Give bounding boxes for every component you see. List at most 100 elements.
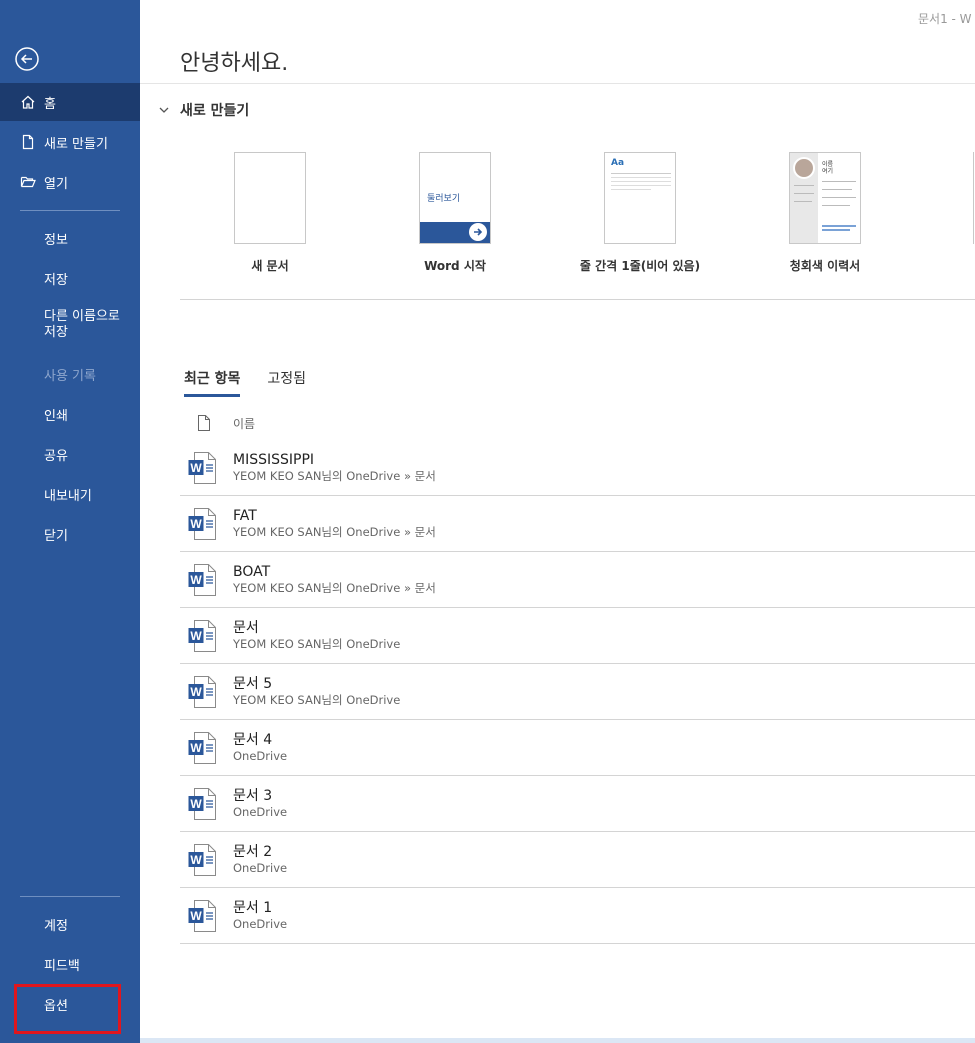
sidebar-item-open[interactable]: 열기: [0, 163, 140, 201]
file-name: 문서 1: [233, 899, 273, 916]
sidebar-item-label: 홈: [44, 96, 56, 112]
sidebar-item-close[interactable]: 닫기: [0, 515, 140, 553]
svg-text:W: W: [190, 797, 202, 811]
thumb-line: [794, 201, 812, 202]
file-info: 문서 4 OneDrive: [233, 732, 287, 764]
sidebar-item-label: 새로 만들기: [44, 136, 108, 152]
svg-text:W: W: [190, 741, 202, 755]
divider: [140, 83, 975, 84]
divider: [180, 299, 975, 300]
file-name: BOAT: [233, 563, 271, 580]
back-arrow-icon[interactable]: [14, 46, 40, 72]
svg-text:W: W: [190, 629, 202, 643]
thumb-line: [822, 205, 850, 206]
file-list-header: 이름: [180, 410, 975, 436]
file-info: BOAT YEOM KEO SAN님의 OneDrive » 문서: [233, 564, 436, 596]
template-blank[interactable]: 새 문서: [200, 152, 340, 274]
word-document-icon: W: [188, 563, 216, 596]
thumb-line: [794, 185, 814, 186]
template-resume[interactable]: 이름 여기 청회색 이력서: [755, 152, 895, 274]
sidebar-divider: [20, 896, 120, 897]
template-thumbnail: 둘러보기: [419, 152, 491, 244]
sidebar-item-export[interactable]: 내보내기: [0, 475, 140, 513]
file-icon: [198, 415, 210, 431]
file-path: OneDrive: [233, 748, 288, 763]
word-document-icon: W: [188, 619, 216, 652]
thumb-line: [822, 197, 856, 198]
file-row[interactable]: W 문서 YEOM KEO SAN님의 OneDrive: [180, 608, 975, 664]
sidebar-item-home[interactable]: 홈: [0, 83, 140, 121]
template-single-spaced[interactable]: Aa 줄 간격 1줄(비어 있음): [570, 152, 710, 274]
svg-text:W: W: [190, 853, 202, 867]
aa-thumb-text: Aa: [611, 158, 625, 168]
file-path: OneDrive: [233, 916, 288, 931]
word-document-icon: W: [188, 507, 216, 540]
thumb-line: [822, 225, 856, 227]
file-row[interactable]: W 문서 5 YEOM KEO SAN님의 OneDrive: [180, 664, 975, 720]
file-row[interactable]: W MISSISSIPPI YEOM KEO SAN님의 OneDrive » 문서: [180, 440, 975, 496]
file-name: 문서 3: [233, 787, 273, 804]
template-word-tour[interactable]: 둘러보기 Word 시작: [385, 152, 525, 274]
file-name: 문서 2: [233, 843, 273, 860]
thumb-line: [611, 189, 651, 190]
template-label: 청회색 이력서: [789, 259, 861, 273]
tab-recent[interactable]: 최근 항목: [184, 368, 241, 397]
recent-tabs: 최근 항목 고정됨: [184, 368, 333, 397]
home-icon: [20, 94, 36, 110]
column-name-label[interactable]: 이름: [233, 415, 255, 432]
thumb-line: [794, 193, 814, 194]
sidebar-item-new[interactable]: 새로 만들기: [0, 123, 140, 161]
new-document-icon: [20, 134, 36, 150]
svg-text:W: W: [190, 573, 202, 587]
word-document-icon: W: [188, 787, 216, 820]
file-path: OneDrive: [233, 804, 288, 819]
file-row[interactable]: W 문서 2 OneDrive: [180, 832, 975, 888]
sidebar-item-share[interactable]: 공유: [0, 435, 140, 473]
file-row[interactable]: W 문서 1 OneDrive: [180, 888, 975, 944]
template-label: 줄 간격 1줄(비어 있음): [579, 259, 701, 273]
file-row[interactable]: W BOAT YEOM KEO SAN님의 OneDrive » 문서: [180, 552, 975, 608]
file-path: OneDrive: [233, 860, 288, 875]
sidebar-item-history: 사용 기록: [44, 368, 96, 384]
resume-photo: [793, 157, 815, 179]
section-title: 새로 만들기: [180, 103, 250, 119]
file-name: MISSISSIPPI: [233, 451, 315, 468]
chevron-down-icon: [159, 107, 169, 113]
thumb-line: [611, 181, 671, 182]
sidebar-item-info[interactable]: 정보: [0, 219, 140, 257]
svg-text:W: W: [190, 461, 202, 475]
file-name: 문서 4: [233, 731, 273, 748]
tab-pinned[interactable]: 고정됨: [267, 368, 306, 397]
thumb-line: [611, 173, 671, 174]
file-info: 문서 5 YEOM KEO SAN님의 OneDrive: [233, 676, 400, 708]
sidebar-item-save[interactable]: 저장: [0, 259, 140, 297]
bottom-strip: [140, 1038, 975, 1043]
sidebar-item-save-as[interactable]: 다른 이름으로 저장: [0, 305, 140, 345]
word-document-icon: W: [188, 843, 216, 876]
sidebar-item-account[interactable]: 계정: [0, 905, 140, 943]
tour-thumb-text: 둘러보기: [427, 194, 461, 204]
file-row[interactable]: W 문서 4 OneDrive: [180, 720, 975, 776]
file-row[interactable]: W 문서 3 OneDrive: [180, 776, 975, 832]
resume-name-text: 이름 여기: [822, 161, 834, 175]
sidebar-item-label: 열기: [44, 176, 68, 192]
file-name: FAT: [233, 507, 257, 524]
svg-text:W: W: [190, 685, 202, 699]
word-document-icon: W: [188, 899, 216, 932]
new-section-header[interactable]: 새로 만들기: [158, 100, 249, 120]
file-name: 문서 5: [233, 675, 273, 692]
file-row[interactable]: W FAT YEOM KEO SAN님의 OneDrive » 문서: [180, 496, 975, 552]
file-path: YEOM KEO SAN님의 OneDrive » 문서: [233, 468, 436, 483]
template-label: 새 문서: [251, 259, 289, 273]
file-path: YEOM KEO SAN님의 OneDrive » 문서: [233, 580, 436, 595]
backstage-sidebar: 홈 새로 만들기 열기 정보 저장 다른 이름으로 저장 사용 기록 인쇄 공유…: [0, 0, 140, 1043]
template-thumbnail: Aa: [604, 152, 676, 244]
template-thumbnail: 이름 여기: [789, 152, 861, 244]
arrow-right-icon: [469, 223, 487, 241]
window-title: 문서1 - W: [918, 12, 972, 26]
sidebar-item-print[interactable]: 인쇄: [0, 395, 140, 433]
word-document-icon: W: [188, 731, 216, 764]
thumb-line: [822, 229, 850, 231]
file-info: 문서 1 OneDrive: [233, 900, 287, 932]
sidebar-item-feedback[interactable]: 피드백: [0, 945, 140, 983]
